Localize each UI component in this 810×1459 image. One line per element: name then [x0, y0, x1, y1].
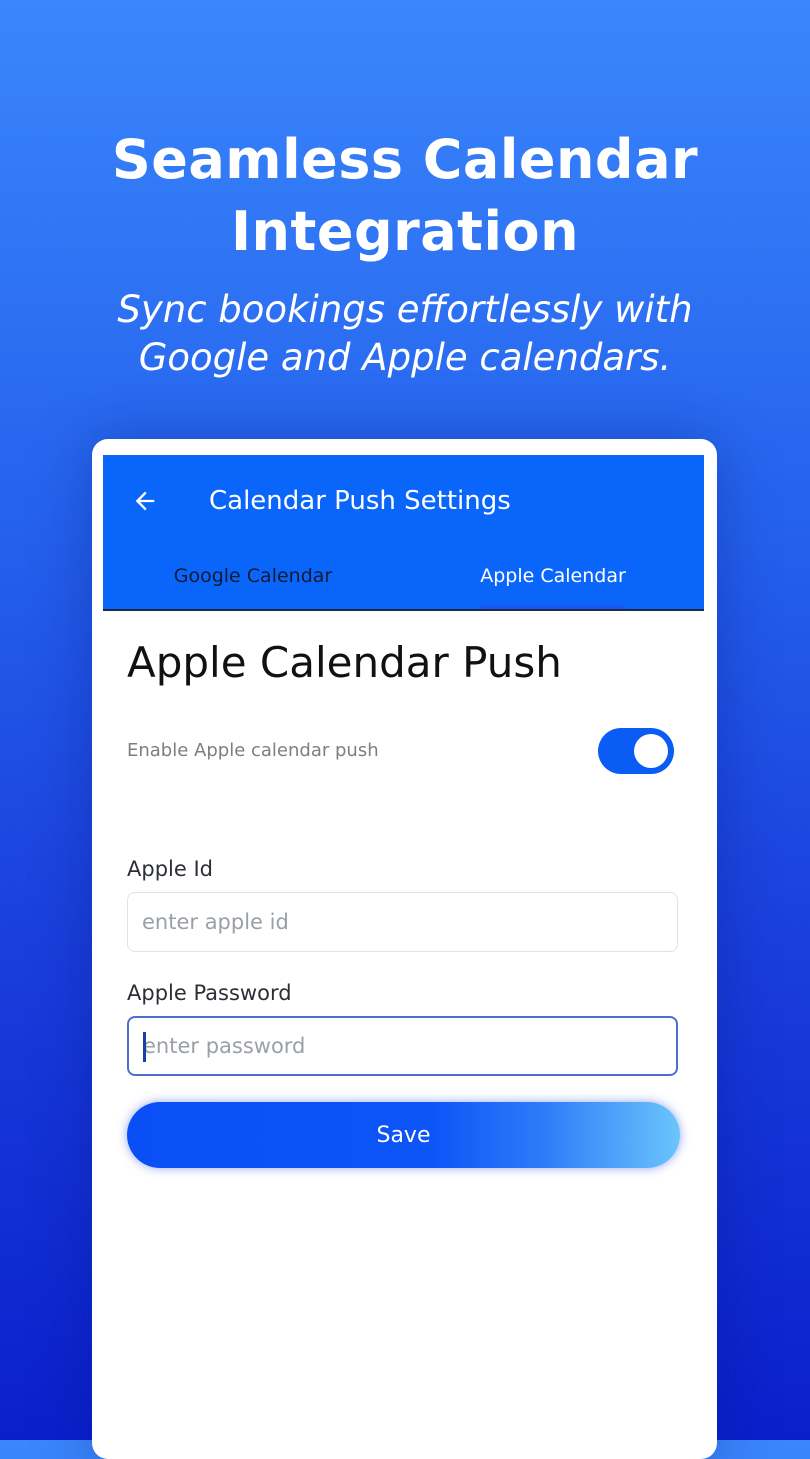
promo-subline: Sync bookings effortlessly with Google a… — [0, 286, 810, 382]
apple-password-label: Apple Password — [127, 981, 292, 1005]
apple-password-field-wrapper — [127, 1016, 678, 1076]
apple-id-input[interactable] — [128, 893, 677, 951]
promo-headline-line-2: Integration — [230, 200, 580, 263]
text-cursor — [143, 1032, 146, 1062]
back-button[interactable] — [127, 483, 163, 519]
toggle-knob — [634, 734, 668, 768]
apple-id-label: Apple Id — [127, 857, 213, 881]
section-title: Apple Calendar Push — [127, 638, 562, 687]
apple-push-toggle[interactable] — [598, 728, 674, 774]
apple-id-field-wrapper — [127, 892, 678, 952]
toggle-label: Enable Apple calendar push — [127, 740, 379, 761]
apple-password-input[interactable] — [129, 1018, 676, 1074]
arrow-left-icon — [135, 491, 155, 511]
tab-apple-calendar[interactable]: Apple Calendar — [453, 558, 653, 594]
tab-google-calendar[interactable]: Google Calendar — [153, 558, 353, 594]
app-screen: Calendar Push Settings Google Calendar A… — [103, 455, 704, 1440]
save-button[interactable]: Save — [127, 1102, 680, 1168]
tab-indicator — [481, 605, 625, 609]
promo-headline: Seamless Calendar Integration — [0, 124, 810, 268]
page-title: Calendar Push Settings — [209, 486, 511, 516]
app-bar: Calendar Push Settings Google Calendar A… — [103, 455, 704, 611]
promo-headline-line-1: Seamless Calendar — [111, 128, 699, 191]
promo-subline-line-1: Sync bookings effortlessly with — [117, 288, 693, 331]
promo-subline-line-2: Google and Apple calendars. — [138, 336, 672, 379]
